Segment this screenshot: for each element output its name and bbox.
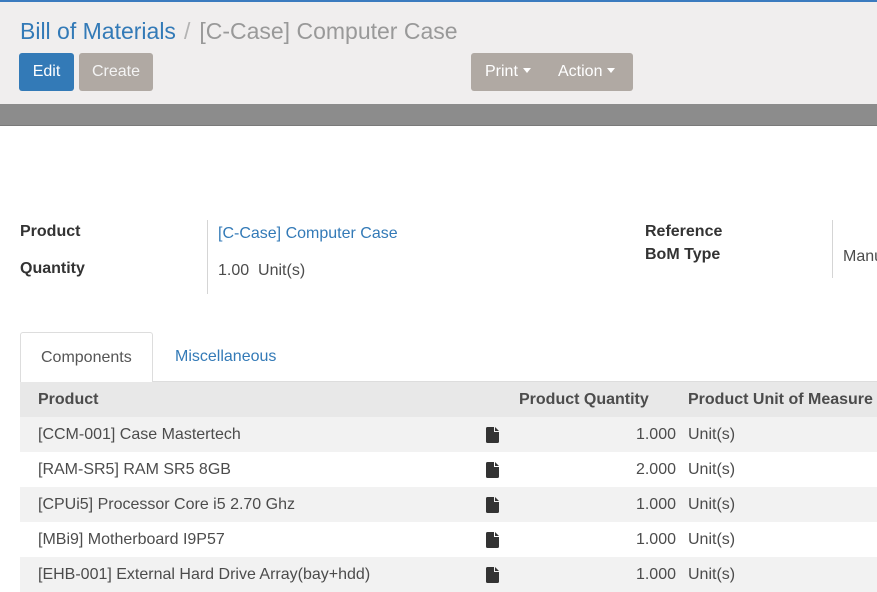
row-uom: Unit(s) [688, 496, 736, 513]
breadcrumb-current: [C-Case] Computer Case [199, 18, 458, 44]
row-quantity: 1.000 [635, 566, 676, 583]
row-product: [CCM-001] Case Mastertech [38, 426, 241, 443]
file-icon[interactable] [486, 567, 499, 583]
table-row[interactable]: [RAM-SR5] RAM SR5 8GB 2.000 Unit(s) [20, 452, 877, 487]
row-product: [CPUi5] Processor Core i5 2.70 Ghz [38, 496, 295, 513]
breadcrumb: Bill of Materials / [C-Case] Computer Case [20, 16, 458, 46]
column-header-product-quantity[interactable]: Product Quantity [519, 382, 649, 417]
file-icon[interactable] [486, 532, 499, 548]
field-divider [832, 220, 833, 278]
caret-down-icon [522, 68, 531, 74]
quantity-uom: Unit(s) [258, 262, 306, 279]
row-uom: Unit(s) [688, 461, 736, 478]
row-quantity: 1.000 [635, 531, 676, 548]
file-icon[interactable] [486, 427, 499, 443]
print-dropdown[interactable]: Print [485, 53, 531, 91]
tab-components[interactable]: Components [20, 332, 153, 383]
column-header-uom[interactable]: Product Unit of Measure [688, 382, 873, 417]
row-quantity: 2.000 [635, 461, 676, 478]
table-header: Product Product Quantity Product Unit of… [20, 382, 877, 417]
field-divider [207, 220, 208, 294]
sidebar-actions: Print Action [471, 53, 633, 91]
row-quantity: 1.000 [635, 426, 676, 443]
row-product: [MBi9] Motherboard I9P57 [38, 531, 225, 548]
row-quantity: 1.000 [635, 496, 676, 513]
row-uom: Unit(s) [688, 566, 736, 583]
reference-label: Reference [645, 223, 723, 240]
create-button[interactable]: Create [79, 53, 153, 91]
table-row[interactable]: [MBi9] Motherboard I9P57 1.000 Unit(s) [20, 522, 877, 557]
breadcrumb-separator: / [183, 18, 191, 44]
product-label: Product [20, 223, 81, 240]
product-link[interactable]: [C-Case] Computer Case [218, 225, 398, 243]
table-row[interactable]: [EHB-001] External Hard Drive Array(bay+… [20, 557, 877, 592]
print-label: Print [485, 63, 518, 80]
row-product: [EHB-001] External Hard Drive Array(bay+… [38, 566, 371, 583]
row-uom: Unit(s) [688, 426, 736, 443]
table-row[interactable]: [CCM-001] Case Mastertech 1.000 Unit(s) [20, 417, 877, 452]
notebook-tabs: Components Miscellaneous [20, 332, 877, 383]
table-row[interactable]: [CPUi5] Processor Core i5 2.70 Ghz 1.000… [20, 487, 877, 522]
file-icon[interactable] [486, 462, 499, 478]
quantity-number: 1.00 [218, 262, 250, 279]
tab-miscellaneous[interactable]: Miscellaneous [155, 332, 296, 382]
control-panel: Bill of Materials / [C-Case] Computer Case… [0, 0, 877, 104]
quantity-value: 1.00 Unit(s) [218, 262, 305, 280]
edit-button[interactable]: Edit [19, 53, 74, 91]
breadcrumb-bill-of-materials[interactable]: Bill of Materials [20, 18, 176, 44]
action-label: Action [558, 63, 603, 80]
quantity-label: Quantity [20, 260, 85, 277]
form-sheet-header [0, 104, 877, 126]
row-product: [RAM-SR5] RAM SR5 8GB [38, 461, 231, 478]
bom-type-value: Manu [843, 248, 877, 265]
file-icon[interactable] [486, 497, 499, 513]
caret-down-icon [607, 68, 616, 74]
row-uom: Unit(s) [688, 531, 736, 548]
column-header-product[interactable]: Product [38, 382, 98, 417]
action-dropdown[interactable]: Action [558, 53, 616, 91]
bom-type-label: BoM Type [645, 246, 721, 263]
